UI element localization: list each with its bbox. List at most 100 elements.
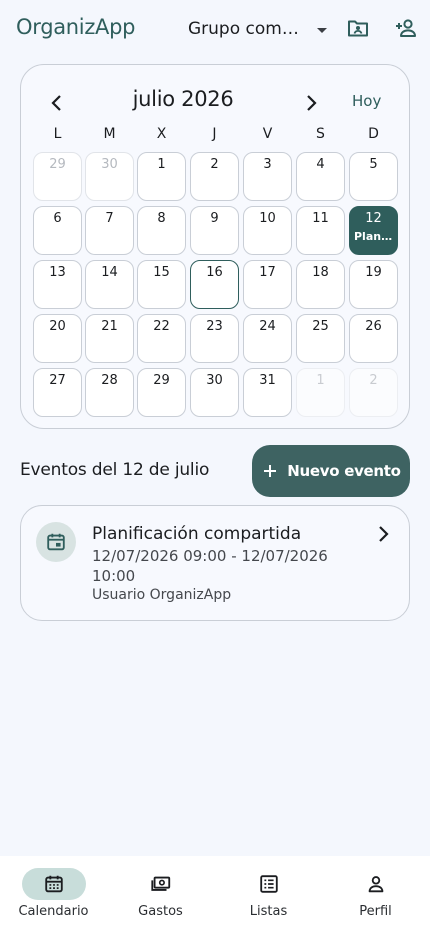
day-cell[interactable]: 9 — [190, 206, 239, 255]
day-number: 16 — [206, 265, 223, 280]
event-card[interactable]: Planificación compartida 12/07/2026 09:0… — [20, 505, 410, 621]
day-cell[interactable]: 31 — [243, 368, 292, 417]
weekday-label: V — [262, 126, 273, 142]
nav-label-perfil: Perfil — [359, 904, 392, 919]
day-number: 11 — [312, 211, 329, 226]
day-number: 1 — [157, 157, 166, 172]
day-cell[interactable]: 21 — [85, 314, 134, 363]
day-number: 2 — [210, 157, 219, 172]
app-header: OrganizApp Grupo compartido — [0, 0, 430, 58]
chevron-down-icon — [316, 20, 328, 39]
day-number: 9 — [210, 211, 219, 226]
day-cell[interactable]: 13 — [33, 260, 82, 309]
event-dates: 12/07/2026 09:00 - 12/07/2026 10:00 — [92, 547, 328, 585]
nav-item-listas[interactable]: Listas — [215, 868, 322, 919]
day-number: 25 — [312, 319, 329, 334]
day-number: 17 — [259, 265, 276, 280]
day-cell[interactable]: 11 — [296, 206, 345, 255]
today-button[interactable]: Hoy — [352, 92, 381, 110]
nav-label-calendario: Calendario — [18, 904, 89, 919]
day-cell[interactable]: 29 — [137, 368, 186, 417]
day-number: 22 — [153, 319, 170, 334]
day-cell[interactable]: 4 — [296, 152, 345, 201]
day-cell[interactable]: 3 — [243, 152, 292, 201]
day-number: 21 — [101, 319, 118, 334]
nav-item-gastos[interactable]: Gastos — [107, 868, 214, 919]
day-cell[interactable]: 27 — [33, 368, 82, 417]
new-event-label: Nuevo evento — [287, 462, 401, 480]
month-title: julio 2026 — [132, 87, 234, 111]
add-person-icon[interactable] — [394, 16, 418, 40]
day-number: 20 — [49, 319, 66, 334]
day-number: 28 — [101, 373, 118, 388]
day-number: 29 — [49, 157, 66, 172]
day-cell[interactable]: 2 — [190, 152, 239, 201]
day-cell[interactable]: 29 — [33, 152, 82, 201]
person-icon — [344, 868, 408, 900]
day-cell[interactable]: 28 — [85, 368, 134, 417]
group-selector-label: Grupo compartido — [188, 19, 306, 39]
day-cell[interactable]: 18 — [296, 260, 345, 309]
next-month-button[interactable] — [299, 91, 323, 115]
day-number: 12 — [365, 211, 382, 226]
day-cell[interactable]: 26 — [349, 314, 398, 363]
calendar-icon — [21, 868, 86, 900]
day-cell-selected[interactable]: 12 Planificación compartida — [349, 206, 398, 255]
new-event-button[interactable]: Nuevo evento — [252, 445, 410, 497]
day-cell-today[interactable]: 16 — [190, 260, 239, 309]
chevron-right-icon — [371, 522, 395, 546]
weekday-label: J — [212, 126, 217, 142]
nav-item-calendario[interactable]: Calendario — [0, 868, 107, 919]
money-icon — [129, 868, 193, 900]
day-cell[interactable]: 23 — [190, 314, 239, 363]
day-number: 18 — [312, 265, 329, 280]
day-cell[interactable]: 24 — [243, 314, 292, 363]
day-cell[interactable]: 19 — [349, 260, 398, 309]
day-number: 2 — [369, 373, 378, 388]
day-number: 4 — [316, 157, 325, 172]
day-cell[interactable]: 2 — [349, 368, 398, 417]
day-cell[interactable]: 1 — [137, 152, 186, 201]
nav-item-perfil[interactable]: Perfil — [322, 868, 429, 919]
day-number: 23 — [206, 319, 223, 334]
calendar-event-icon — [36, 522, 76, 562]
weekday-label: D — [368, 126, 379, 142]
day-cell[interactable]: 15 — [137, 260, 186, 309]
nav-label-gastos: Gastos — [138, 904, 183, 919]
day-cell[interactable]: 14 — [85, 260, 134, 309]
day-cell[interactable]: 6 — [33, 206, 82, 255]
day-number: 5 — [369, 157, 378, 172]
day-event-label: Planificación compartida — [354, 230, 397, 243]
group-selector[interactable]: Grupo compartido — [188, 16, 328, 42]
day-cell[interactable]: 20 — [33, 314, 82, 363]
day-cell[interactable]: 17 — [243, 260, 292, 309]
day-cell[interactable]: 1 — [296, 368, 345, 417]
events-section-title: Eventos del 12 de julio — [20, 460, 210, 480]
day-number: 8 — [157, 211, 166, 226]
day-cell[interactable]: 30 — [85, 152, 134, 201]
day-cell[interactable]: 22 — [137, 314, 186, 363]
day-number: 27 — [49, 373, 66, 388]
day-number: 19 — [365, 265, 382, 280]
day-number: 29 — [153, 373, 170, 388]
nav-label-listas: Listas — [249, 904, 288, 919]
day-number: 7 — [105, 211, 114, 226]
day-number: 30 — [206, 373, 223, 388]
weekday-label: X — [156, 126, 167, 142]
day-cell[interactable]: 25 — [296, 314, 345, 363]
day-number: 14 — [101, 265, 118, 280]
day-cell[interactable]: 5 — [349, 152, 398, 201]
bottom-navigation: Calendario Gastos Listas Perfil — [0, 856, 430, 932]
day-cell[interactable]: 7 — [85, 206, 134, 255]
day-number: 31 — [259, 373, 276, 388]
day-cell[interactable]: 8 — [137, 206, 186, 255]
chevron-right-icon — [307, 95, 317, 111]
day-number: 10 — [259, 211, 276, 226]
day-number: 1 — [316, 373, 325, 388]
folder-user-icon[interactable] — [346, 16, 370, 40]
day-number: 15 — [153, 265, 170, 280]
event-title: Planificación compartida — [92, 524, 302, 544]
day-cell[interactable]: 10 — [243, 206, 292, 255]
day-cell[interactable]: 30 — [190, 368, 239, 417]
app-title: OrganizApp — [16, 15, 136, 39]
